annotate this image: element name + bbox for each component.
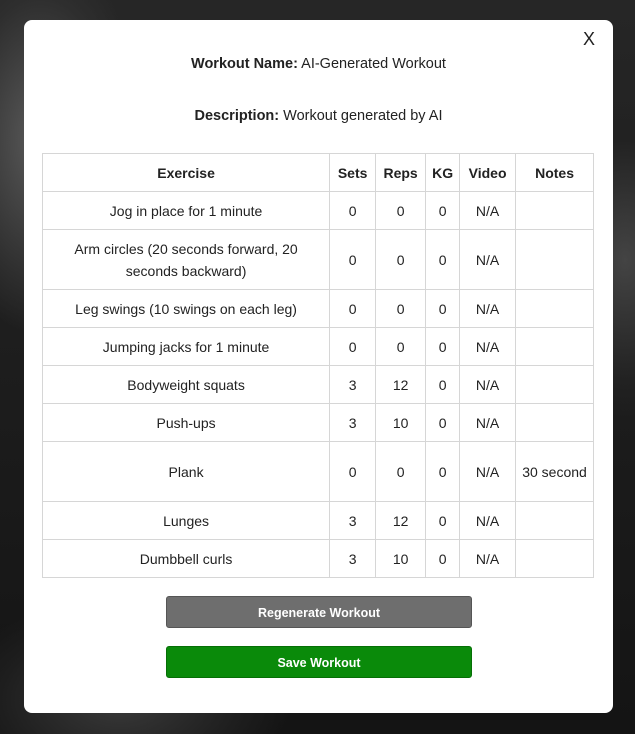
- exercise-cell: Leg swings (10 swings on each leg): [41, 289, 331, 328]
- reps-cell: 0: [375, 289, 427, 328]
- exercise-cell: Push-ups: [41, 403, 331, 442]
- kg-cell: 0: [425, 289, 461, 328]
- sets-cell: 0: [329, 229, 377, 290]
- table-row: Jog in place for 1 minute 0 0 0 N/A: [41, 191, 594, 230]
- workout-modal: X Workout Name: AI-Generated Workout Des…: [24, 20, 613, 713]
- exercise-cell: Jumping jacks for 1 minute: [41, 327, 331, 366]
- exercise-cell: Bodyweight squats: [41, 365, 331, 404]
- table-header-row: Exercise Sets Reps KG Video Notes: [41, 153, 594, 192]
- table-row: Arm circles (20 seconds forward, 20 seco…: [41, 229, 594, 290]
- table-row: Leg swings (10 swings on each leg) 0 0 0…: [41, 289, 594, 328]
- sets-cell: 3: [329, 539, 377, 578]
- sets-cell: 3: [329, 403, 377, 442]
- header-kg: KG: [425, 153, 461, 192]
- header-sets: Sets: [329, 153, 377, 192]
- table-row: Push-ups 3 10 0 N/A: [41, 403, 594, 442]
- video-cell: N/A: [459, 539, 517, 578]
- sets-cell: 0: [329, 327, 377, 366]
- sets-cell: 3: [329, 365, 377, 404]
- workout-name: Workout Name: AI-Generated Workout: [24, 56, 613, 72]
- kg-cell: 0: [425, 539, 461, 578]
- video-cell: N/A: [459, 365, 517, 404]
- exercise-cell: Lunges: [41, 501, 331, 540]
- sets-cell: 0: [329, 441, 377, 502]
- table-row: Bodyweight squats 3 12 0 N/A: [41, 365, 594, 404]
- notes-cell: [515, 539, 594, 578]
- notes-cell: [515, 191, 594, 230]
- close-button[interactable]: X: [579, 28, 599, 50]
- header-exercise: Exercise: [41, 153, 331, 192]
- reps-cell: 0: [375, 191, 427, 230]
- exercise-cell: Dumbbell curls: [41, 539, 331, 578]
- video-cell: N/A: [459, 501, 517, 540]
- video-cell: N/A: [459, 191, 517, 230]
- notes-cell: [515, 501, 594, 540]
- video-cell: N/A: [459, 441, 517, 502]
- notes-cell: [515, 403, 594, 442]
- description-label: Description:: [194, 108, 280, 124]
- reps-cell: 0: [375, 441, 427, 502]
- table-row: Lunges 3 12 0 N/A: [41, 501, 594, 540]
- notes-cell: [515, 229, 594, 290]
- kg-cell: 0: [425, 441, 461, 502]
- header-notes: Notes: [515, 153, 594, 192]
- kg-cell: 0: [425, 403, 461, 442]
- notes-cell: [515, 365, 594, 404]
- table-row: Plank 0 0 0 N/A 30 second: [41, 441, 594, 502]
- sets-cell: 0: [329, 289, 377, 328]
- exercise-cell: Jog in place for 1 minute: [41, 191, 331, 230]
- reps-cell: 0: [375, 229, 427, 290]
- video-cell: N/A: [459, 403, 517, 442]
- table-row: Dumbbell curls 3 10 0 N/A: [41, 539, 594, 578]
- workout-description: Description: Workout generated by AI: [24, 108, 613, 124]
- kg-cell: 0: [425, 501, 461, 540]
- kg-cell: 0: [425, 191, 461, 230]
- exercise-cell: Arm circles (20 seconds forward, 20 seco…: [41, 229, 331, 290]
- kg-cell: 0: [425, 327, 461, 366]
- workout-name-value: AI-Generated Workout: [301, 56, 446, 72]
- header-reps: Reps: [375, 153, 427, 192]
- video-cell: N/A: [459, 327, 517, 366]
- regenerate-workout-button[interactable]: Regenerate Workout: [166, 596, 472, 628]
- exercise-cell: Plank: [41, 441, 331, 502]
- notes-cell: 30 second: [515, 441, 594, 502]
- reps-cell: 10: [375, 539, 427, 578]
- reps-cell: 12: [375, 501, 427, 540]
- workout-name-label: Workout Name:: [191, 56, 298, 72]
- kg-cell: 0: [425, 229, 461, 290]
- video-cell: N/A: [459, 289, 517, 328]
- video-cell: N/A: [459, 229, 517, 290]
- reps-cell: 0: [375, 327, 427, 366]
- notes-cell: [515, 327, 594, 366]
- header-video: Video: [459, 153, 517, 192]
- exercise-table: Exercise Sets Reps KG Video Notes Jog in…: [41, 153, 594, 578]
- kg-cell: 0: [425, 365, 461, 404]
- sets-cell: 0: [329, 191, 377, 230]
- reps-cell: 12: [375, 365, 427, 404]
- reps-cell: 10: [375, 403, 427, 442]
- notes-cell: [515, 289, 594, 328]
- description-value: Workout generated by AI: [283, 108, 443, 124]
- save-workout-button[interactable]: Save Workout: [166, 646, 472, 678]
- sets-cell: 3: [329, 501, 377, 540]
- table-row: Jumping jacks for 1 minute 0 0 0 N/A: [41, 327, 594, 366]
